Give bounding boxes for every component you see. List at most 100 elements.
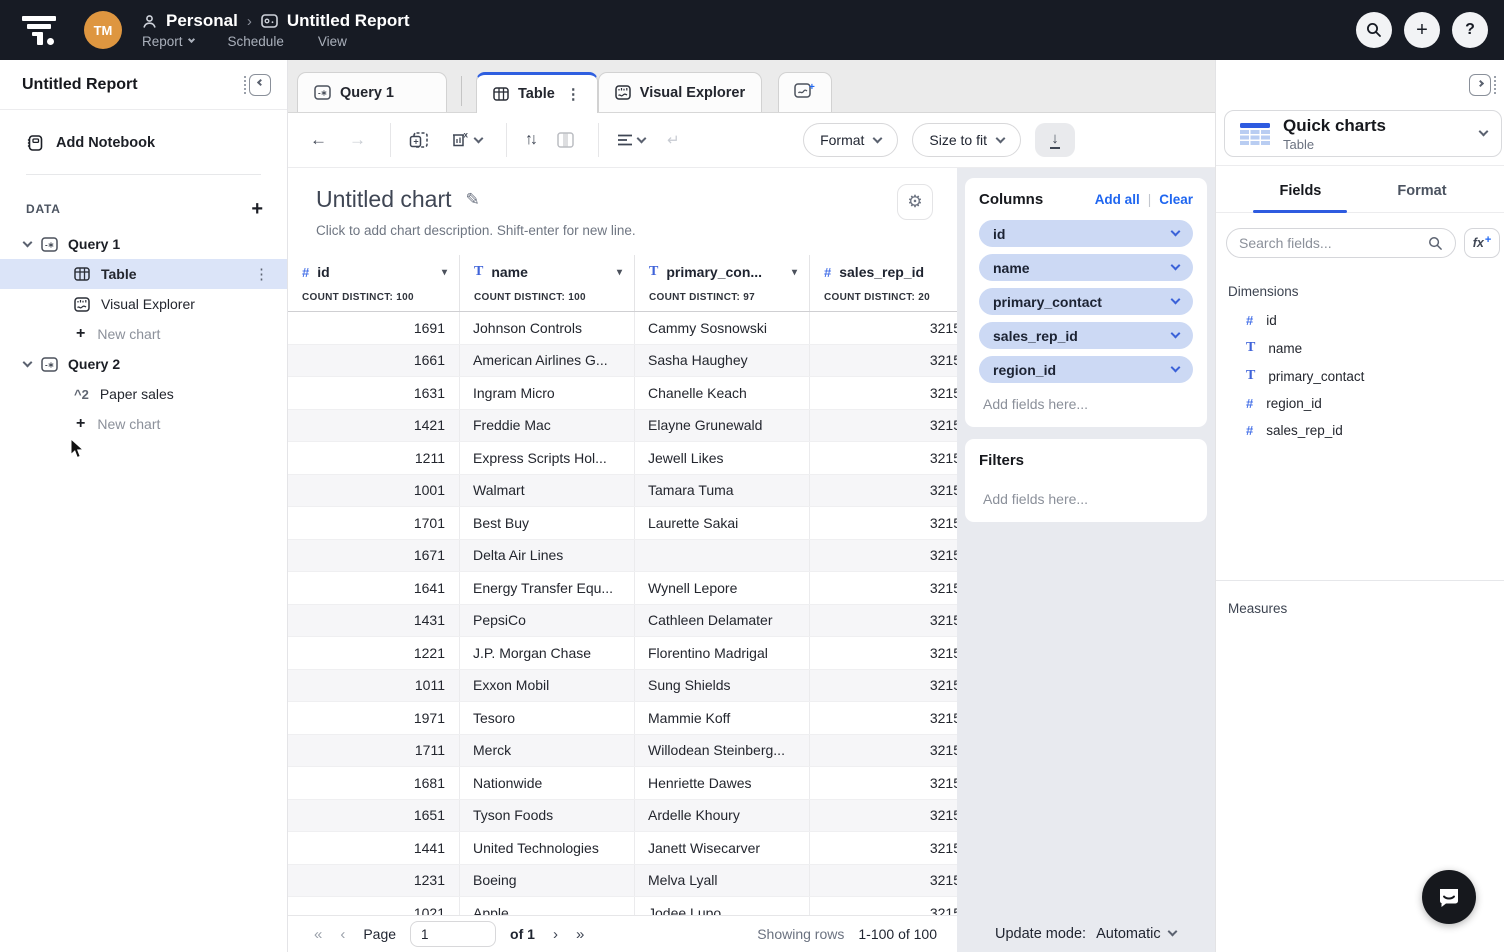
tab-table[interactable]: Table ⋮: [476, 72, 598, 113]
add-formula-button[interactable]: fx+: [1464, 228, 1500, 258]
column-pill-primary_contact[interactable]: primary_contact: [979, 288, 1193, 315]
avatar[interactable]: TM: [84, 11, 122, 49]
table-row[interactable]: 1661American Airlines G...Sasha Haughey3…: [288, 345, 957, 378]
edit-title-icon[interactable]: ✎: [466, 190, 480, 210]
table-row[interactable]: 1641Energy Transfer Equ...Wynell Lepore3…: [288, 572, 957, 605]
column-pill-name[interactable]: name: [979, 254, 1193, 281]
collapse-right-panel-button[interactable]: [1469, 74, 1496, 96]
chevron-down-icon[interactable]: [1171, 227, 1181, 237]
chevron-down-icon[interactable]: [1171, 363, 1181, 373]
table-row[interactable]: 1211Express Scripts Hol...Jewell Likes32…: [288, 442, 957, 475]
add-all-link[interactable]: Add all: [1095, 192, 1140, 207]
tab-visual-explorer[interactable]: Visual Explorer: [598, 72, 762, 112]
collapse-sidebar-button[interactable]: [244, 74, 271, 96]
breadcrumb-report-title[interactable]: Untitled Report: [287, 11, 410, 31]
wrap-text-button[interactable]: ↵: [667, 131, 680, 149]
expander-icon[interactable]: [23, 237, 33, 247]
column-pill-id[interactable]: id: [979, 220, 1193, 247]
tab-fields[interactable]: Fields: [1253, 166, 1347, 212]
add-column-button[interactable]: +: [409, 131, 429, 149]
chevron-down-icon[interactable]: [1171, 295, 1181, 305]
new-chart-tab-button[interactable]: +: [778, 72, 832, 112]
dimension-item-name[interactable]: Tname: [1216, 334, 1504, 362]
column-dropdown-icon[interactable]: ▾: [442, 267, 447, 278]
first-page-button[interactable]: «: [314, 926, 322, 943]
table-row[interactable]: 1971TesoroMammie Koff3215: [288, 702, 957, 735]
dimension-item-sales_rep_id[interactable]: #sales_rep_id: [1216, 417, 1504, 444]
dimension-item-region_id[interactable]: #region_id: [1216, 390, 1504, 417]
chevron-down-icon[interactable]: [1171, 329, 1181, 339]
last-page-button[interactable]: »: [576, 926, 584, 943]
sidebar-item-visual-explorer[interactable]: Visual Explorer: [0, 289, 287, 319]
column-header-primary-contact[interactable]: Tprimary_con...▾ COUNT DISTINCT: 97: [635, 255, 810, 311]
add-notebook-button[interactable]: Add Notebook: [26, 134, 287, 152]
table-row[interactable]: 1631Ingram MicroChanelle Keach3215: [288, 377, 957, 410]
update-mode-select[interactable]: Automatic: [1096, 926, 1175, 942]
table-row[interactable]: 1711MerckWillodean Steinberg...3215: [288, 735, 957, 768]
tab-menu-icon[interactable]: ⋮: [566, 85, 581, 103]
column-settings-button[interactable]: [557, 132, 574, 148]
table-row[interactable]: 1671Delta Air Lines3215: [288, 540, 957, 573]
column-pill-sales_rep_id[interactable]: sales_rep_id: [979, 322, 1193, 349]
table-row[interactable]: 1231BoeingMelva Lyall3215: [288, 865, 957, 898]
sidebar-item-table[interactable]: Table ⋮: [0, 259, 287, 289]
sidebar-item-paper-sales[interactable]: ^2 Paper sales: [0, 379, 287, 409]
sidebar-new-chart-query1[interactable]: + New chart: [0, 319, 287, 349]
dimension-item-id[interactable]: #id: [1216, 307, 1504, 334]
menu-view[interactable]: View: [318, 34, 347, 49]
size-to-fit-button[interactable]: Size to fit: [912, 123, 1021, 157]
table-row[interactable]: 1701Best BuyLaurette Sakai3215: [288, 507, 957, 540]
table-row[interactable]: 1651Tyson FoodsArdelle Khoury3215: [288, 800, 957, 833]
column-pill-region_id[interactable]: region_id: [979, 356, 1193, 383]
prev-page-button[interactable]: ‹: [340, 926, 345, 943]
column-header-id[interactable]: #id▾ COUNT DISTINCT: 100: [288, 255, 460, 311]
column-header-sales-rep-id[interactable]: #sales_rep_id COUNT DISTINCT: 20: [810, 255, 957, 311]
chat-support-button[interactable]: [1422, 870, 1476, 924]
add-button[interactable]: +: [1404, 12, 1440, 48]
filters-add-fields-placeholder[interactable]: Add fields here...: [979, 485, 1193, 509]
sidebar-item-query1[interactable]: -∗ Query 1: [0, 229, 287, 259]
clear-link[interactable]: Clear: [1159, 192, 1193, 207]
chart-description-placeholder[interactable]: Click to add chart description. Shift-en…: [316, 223, 931, 238]
menu-schedule[interactable]: Schedule: [228, 34, 284, 49]
add-data-button[interactable]: +: [251, 199, 263, 219]
column-dropdown-icon[interactable]: ▾: [617, 267, 622, 278]
table-row[interactable]: 1431PepsiCoCathleen Delamater3215: [288, 605, 957, 638]
chart-title[interactable]: Untitled chart: [316, 186, 452, 213]
align-button[interactable]: [617, 133, 645, 147]
sort-button[interactable]: ↑↓: [525, 131, 535, 149]
breadcrumb-workspace[interactable]: Personal: [166, 11, 238, 31]
page-input[interactable]: [410, 921, 496, 947]
table-row[interactable]: 1011Exxon MobilSung Shields3215: [288, 670, 957, 703]
tab-query1[interactable]: -∗ Query 1: [297, 72, 447, 112]
table-row[interactable]: 1021AppleJodee Lupo3215: [288, 897, 957, 915]
download-button[interactable]: ↓: [1035, 123, 1075, 157]
column-header-name[interactable]: Tname▾ COUNT DISTINCT: 100: [460, 255, 635, 311]
sidebar-new-chart-query2[interactable]: + New chart: [0, 409, 287, 439]
table-row[interactable]: 1001WalmartTamara Tuma3215: [288, 475, 957, 508]
remove-column-button[interactable]: x: [451, 131, 482, 149]
format-button[interactable]: Format: [803, 123, 898, 157]
table-row[interactable]: 1421Freddie MacElayne Grunewald3215: [288, 410, 957, 443]
dimension-item-primary_contact[interactable]: Tprimary_contact: [1216, 362, 1504, 390]
sidebar-item-query2[interactable]: -∗ Query 2: [0, 349, 287, 379]
item-menu-icon[interactable]: ⋮: [254, 265, 269, 283]
help-button[interactable]: ?: [1452, 12, 1488, 48]
expander-icon[interactable]: [23, 357, 33, 367]
redo-button[interactable]: →: [349, 130, 366, 150]
tab-format[interactable]: Format: [1371, 166, 1472, 212]
search-fields-input[interactable]: [1239, 235, 1420, 251]
chevron-down-icon[interactable]: [1171, 261, 1181, 271]
next-page-button[interactable]: ›: [553, 926, 558, 943]
column-dropdown-icon[interactable]: ▾: [792, 267, 797, 278]
table-row[interactable]: 1221J.P. Morgan ChaseFlorentino Madrigal…: [288, 637, 957, 670]
app-logo-icon[interactable]: [20, 10, 60, 50]
quick-charts-dropdown[interactable]: Quick charts Table: [1224, 110, 1502, 157]
table-row[interactable]: 1691Johnson ControlsCammy Sosnowski3215: [288, 312, 957, 345]
table-row[interactable]: 1441United TechnologiesJanett Wisecarver…: [288, 832, 957, 865]
undo-button[interactable]: ←: [310, 130, 327, 150]
menu-report[interactable]: Report: [142, 34, 194, 49]
table-row[interactable]: 1681NationwideHenriette Dawes3215: [288, 767, 957, 800]
search-button[interactable]: [1356, 12, 1392, 48]
chart-settings-button[interactable]: ⚙: [897, 184, 933, 220]
